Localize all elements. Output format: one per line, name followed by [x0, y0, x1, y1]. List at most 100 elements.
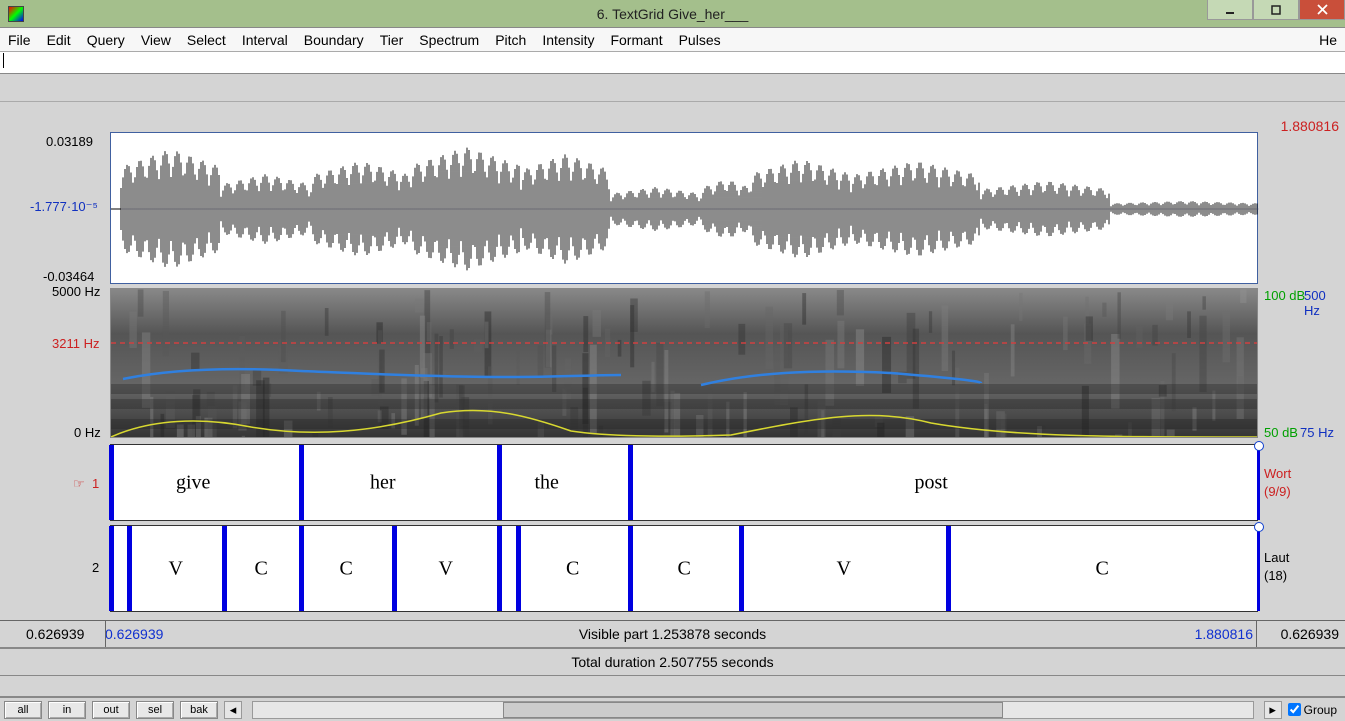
waveform-svg [111, 133, 1259, 285]
menu-intensity[interactable]: Intensity [542, 32, 594, 48]
menu-pulses[interactable]: Pulses [679, 32, 721, 48]
time-axis-total[interactable]: Total duration 2.507755 seconds [0, 648, 1345, 676]
pad-left-time: 0.626939 [26, 626, 84, 642]
app-icon [8, 6, 24, 22]
spectro-formant-cursor: 3211 Hz [52, 336, 99, 351]
pitch-bot: 75 Hz [1300, 425, 1334, 440]
menu-interval[interactable]: Interval [242, 32, 288, 48]
menu-spectrum[interactable]: Spectrum [419, 32, 479, 48]
menu-boundary[interactable]: Boundary [304, 32, 364, 48]
titlebar: 6. TextGrid Give_her___ [0, 0, 1345, 28]
waveform-pane[interactable] [110, 132, 1258, 284]
tier-1-words[interactable]: give her the post [110, 444, 1258, 521]
tier-boundary[interactable] [392, 526, 397, 611]
segment-interval-label: C [255, 557, 268, 580]
segment-interval-label: C [1096, 557, 1109, 580]
tier-boundary[interactable] [299, 526, 304, 611]
minimize-button[interactable] [1207, 0, 1253, 20]
text-input-bar[interactable] [0, 52, 1345, 74]
spectro-freqmax: 5000 Hz [52, 284, 100, 299]
menu-tier[interactable]: Tier [380, 32, 404, 48]
menu-formant[interactable]: Formant [610, 32, 662, 48]
zoom-bak-button[interactable]: bak [180, 701, 218, 719]
intensity-bot: 50 dB [1264, 425, 1298, 440]
word-interval-label: the [535, 471, 559, 494]
time-axis-visible[interactable]: 0.626939 0.626939 Visible part 1.253878 … [0, 620, 1345, 648]
zoom-out-button[interactable]: out [92, 701, 130, 719]
pitch-top: 500 Hz [1304, 288, 1345, 318]
total-duration-text: Total duration 2.507755 seconds [571, 654, 773, 670]
menu-view[interactable]: View [141, 32, 171, 48]
group-label: Group [1304, 703, 1337, 717]
group-checkbox-label[interactable]: Group [1288, 703, 1337, 717]
scroll-left-arrow[interactable]: ◂ [224, 701, 242, 719]
input-caret [3, 53, 4, 68]
right-panel: 100 dB 500 Hz 50 dB 75 Hz Wort (9/9) Lau… [1260, 132, 1345, 616]
tier2-name: Laut [1264, 550, 1289, 565]
main-editor-area: 0.03189 -1.777·10⁻⁵ -0.03464 5000 Hz 321… [0, 132, 1260, 616]
tier-boundary[interactable] [109, 526, 114, 611]
window-title: 6. TextGrid Give_her___ [597, 6, 749, 22]
visible-part-text: Visible part 1.253878 seconds [579, 626, 766, 642]
segment-interval-label: C [566, 557, 579, 580]
menu-help[interactable]: He [1319, 32, 1337, 48]
tier2-end-marker[interactable] [1254, 522, 1264, 532]
zoom-all-button[interactable]: all [4, 701, 42, 719]
scroll-right-arrow[interactable]: ▸ [1264, 701, 1282, 719]
maximize-button[interactable] [1253, 0, 1299, 20]
segment-interval-label: V [169, 557, 183, 580]
menubar: File Edit Query View Select Interval Bou… [0, 28, 1345, 52]
tier-boundary[interactable] [299, 445, 304, 520]
tier2-index: 2 [92, 560, 99, 575]
scrollbar-track[interactable] [252, 701, 1254, 719]
visible-end-time: 1.880816 [1195, 626, 1253, 642]
tier-boundary[interactable] [946, 526, 951, 611]
segment-interval-label: V [439, 557, 453, 580]
spectro-freqmin: 0 Hz [74, 425, 101, 440]
tier-boundary[interactable] [516, 526, 521, 611]
menu-select[interactable]: Select [187, 32, 226, 48]
window-controls [1207, 0, 1345, 28]
spectrogram-svg [111, 289, 1258, 438]
zoom-in-button[interactable]: in [48, 701, 86, 719]
group-checkbox[interactable] [1288, 703, 1301, 716]
hand-icon: ☞ [73, 476, 85, 492]
segment-interval-label: V [837, 557, 851, 580]
waveform-ycenter: -1.777·10⁻⁵ [30, 199, 98, 215]
spacer-bar [0, 74, 1345, 102]
zoom-sel-button[interactable]: sel [136, 701, 174, 719]
menu-pitch[interactable]: Pitch [495, 32, 526, 48]
pad-right-time: 0.626939 [1281, 626, 1339, 642]
waveform-ymax: 0.03189 [46, 134, 93, 149]
word-interval-label: her [370, 471, 396, 494]
plot-container: give her the post V C C V C C V C [110, 132, 1258, 616]
spectrogram-pane[interactable] [110, 288, 1258, 438]
footer: all in out sel bak ◂ ▸ Group [0, 696, 1345, 721]
tier1-end-marker[interactable] [1254, 441, 1264, 451]
tier-boundary[interactable] [109, 445, 114, 520]
tier2-count: (18) [1264, 568, 1287, 583]
tier-2-segments[interactable]: VCCVCCVC [110, 525, 1258, 612]
menu-file[interactable]: File [8, 32, 31, 48]
segment-interval-label: C [340, 557, 353, 580]
close-button[interactable] [1299, 0, 1345, 20]
word-interval-label: post [915, 471, 948, 494]
tier-boundary[interactable] [127, 526, 132, 611]
waveform-ymin: -0.03464 [43, 269, 94, 284]
tier-boundary[interactable] [497, 526, 502, 611]
tier1-name: Wort [1264, 466, 1291, 481]
tier-boundary[interactable] [739, 526, 744, 611]
visible-start-time: 0.626939 [105, 626, 163, 642]
intensity-top: 100 dB [1264, 288, 1305, 303]
word-interval-label: give [176, 471, 210, 494]
tier1-count: (9/9) [1264, 484, 1291, 499]
menu-edit[interactable]: Edit [47, 32, 71, 48]
tier-boundary[interactable] [497, 445, 502, 520]
tier-boundary[interactable] [628, 526, 633, 611]
menu-query[interactable]: Query [87, 32, 125, 48]
segment-interval-label: C [678, 557, 691, 580]
scrollbar-thumb[interactable] [503, 702, 1003, 718]
tier-boundary[interactable] [628, 445, 633, 520]
tier1-index: 1 [92, 476, 99, 491]
tier-boundary[interactable] [222, 526, 227, 611]
